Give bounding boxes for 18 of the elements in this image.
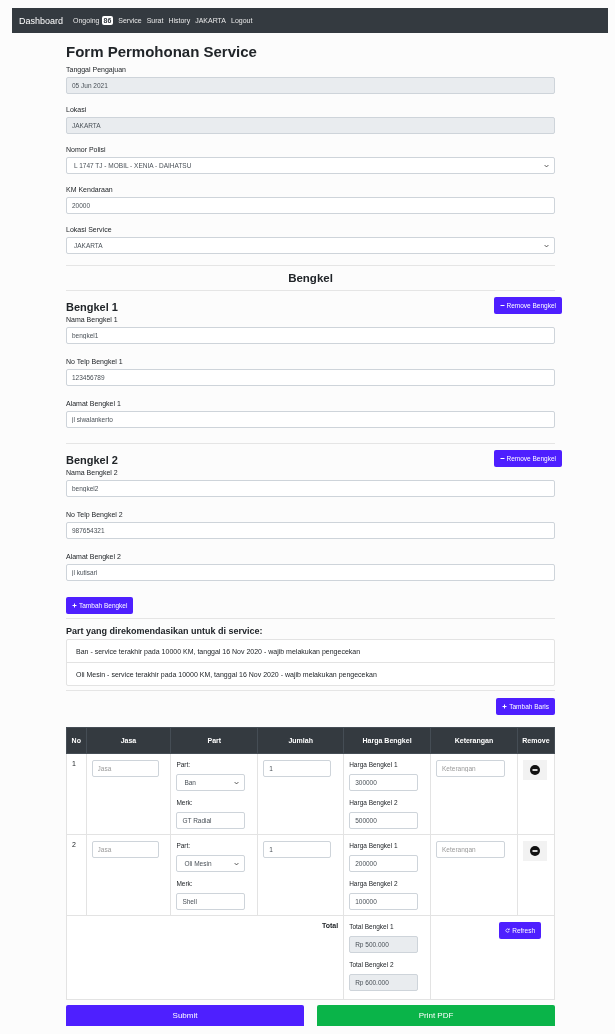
bengkel-heading: Bengkel 1 [66,300,118,314]
plus-icon [72,603,77,608]
chevron-down-icon [544,243,549,248]
section-heading: Bengkel [287,271,334,286]
bengkel-heading: Bengkel 2 [66,453,118,467]
chevron-down-icon [234,780,240,785]
page-title: Form Permohonan Service [66,43,258,61]
refresh-icon [505,928,511,933]
minus-circle-icon [529,765,540,775]
action-button[interactable]: Submit [66,1005,304,1026]
recommendation-heading: Part yang direkomendasikan untuk di service: [66,626,264,636]
brand-link[interactable]: Dashboard [19,15,64,26]
chevron-down-icon [544,163,549,168]
remove-row-button[interactable] [522,841,547,861]
remove-row-button[interactable] [522,760,547,780]
minus-circle-icon [529,846,540,856]
plus-icon [502,704,508,709]
chevron-down-icon [234,861,240,866]
